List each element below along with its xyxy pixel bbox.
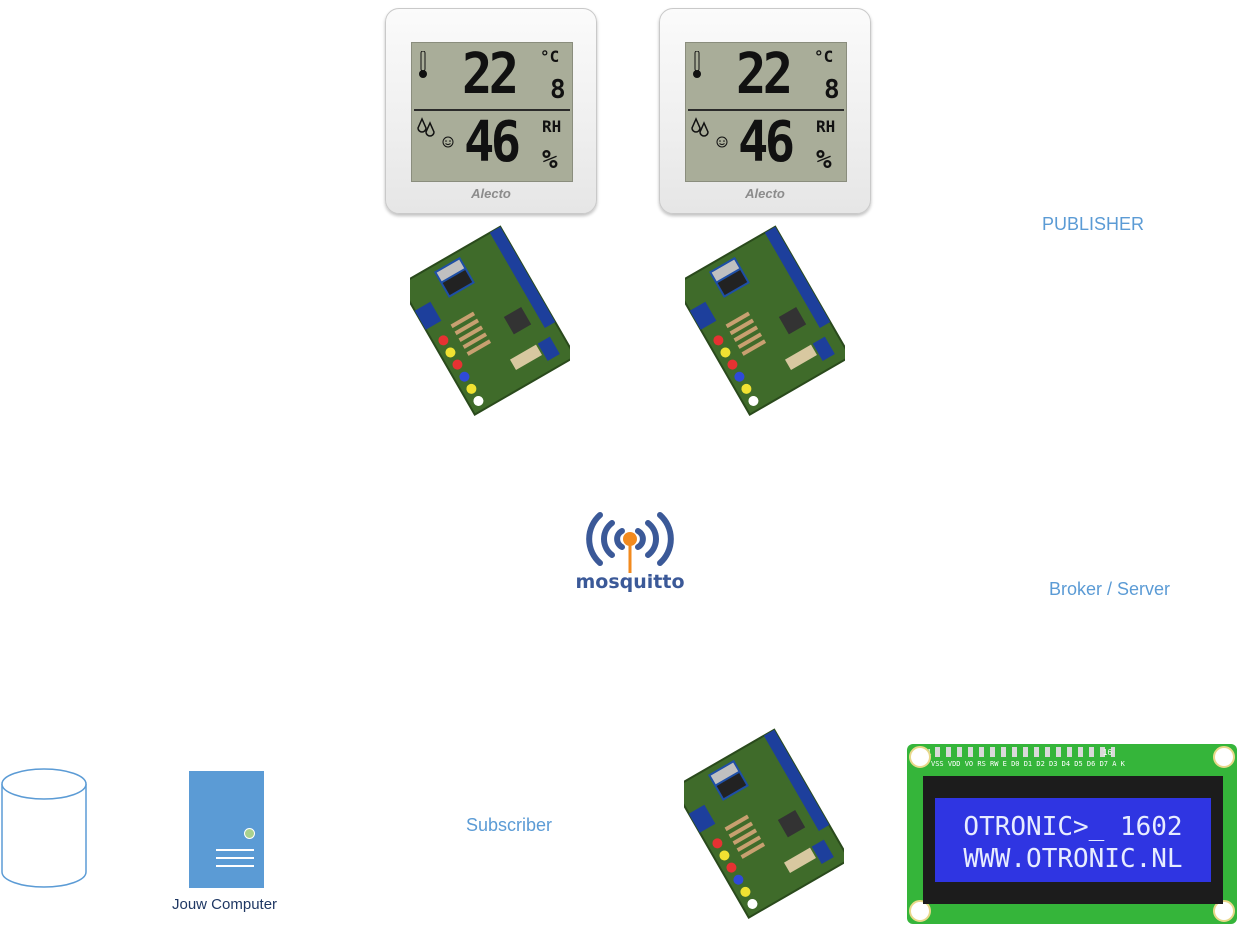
comfort-face-icon bbox=[442, 135, 454, 153]
database-icon bbox=[0, 768, 88, 895]
pin-labels: VSS VDD VO RS RW E D0 D1 D2 D3 D4 D5 D6 … bbox=[931, 760, 1125, 768]
temperature-unit: °C bbox=[540, 47, 560, 66]
temperature-decimal: 8 bbox=[824, 75, 840, 105]
lcd-line-1: OTRONIC>_ 1602 bbox=[963, 812, 1183, 842]
mosquitto-logo: mosquitto bbox=[570, 505, 690, 597]
temperature-unit: °C bbox=[814, 47, 834, 66]
thermometer-icon bbox=[418, 50, 428, 84]
thermo-display: 22 °C 8 46 RH % bbox=[685, 42, 847, 182]
droplets-icon bbox=[691, 117, 709, 142]
brand-logo: Alecto bbox=[745, 186, 785, 201]
comfort-face-icon bbox=[716, 135, 728, 153]
broker-label: Broker / Server bbox=[1049, 579, 1171, 599]
temperature-value: 22 bbox=[736, 42, 793, 107]
mount-hole bbox=[1213, 746, 1235, 768]
mosquitto-wordmark: mosquitto bbox=[575, 571, 685, 593]
header-pins bbox=[935, 747, 1115, 757]
percent-sign: % bbox=[816, 145, 832, 175]
temperature-decimal: 8 bbox=[550, 75, 566, 105]
lcd-screen: OTRONIC>_ 1602 WWW.OTRONIC.NL bbox=[935, 798, 1211, 882]
rh-label: RH bbox=[542, 117, 562, 136]
thermometer-icon bbox=[692, 50, 702, 84]
thermo-hygrometer-1: 22 °C 8 46 RH % Alecto bbox=[385, 8, 597, 214]
lcd-line-2: WWW.OTRONIC.NL bbox=[963, 844, 1183, 874]
thermo-display: 22 °C 8 46 RH % bbox=[411, 42, 573, 182]
rh-label: RH bbox=[816, 117, 836, 136]
temperature-value: 22 bbox=[462, 42, 519, 107]
percent-sign: % bbox=[542, 145, 558, 175]
computer-label: Jouw Computer bbox=[172, 896, 278, 913]
brand-logo: Alecto bbox=[471, 186, 511, 201]
drive-slot bbox=[216, 857, 254, 859]
microcontroller-board-3 bbox=[672, 718, 851, 928]
publisher-label: PUBLISHER bbox=[1042, 214, 1145, 234]
microcontroller-board-2 bbox=[673, 215, 852, 425]
humidity-value: 46 bbox=[464, 110, 521, 175]
server-icon bbox=[189, 771, 264, 888]
droplets-icon bbox=[417, 117, 435, 142]
power-led bbox=[244, 828, 255, 839]
drive-slot bbox=[216, 849, 254, 851]
pin-16-label: 16 bbox=[1103, 748, 1112, 757]
drive-slot bbox=[216, 865, 254, 867]
broadcast-waves-icon bbox=[586, 512, 674, 573]
microcontroller-board-1 bbox=[398, 215, 577, 425]
lcd-bezel: OTRONIC>_ 1602 WWW.OTRONIC.NL bbox=[923, 776, 1223, 904]
lcd-1602-module: 1 16 VSS VDD VO RS RW E D0 D1 D2 D3 D4 D… bbox=[907, 744, 1237, 924]
thermo-hygrometer-2: 22 °C 8 46 RH % Alecto bbox=[659, 8, 871, 214]
humidity-value: 46 bbox=[738, 110, 795, 175]
subscriber-label: Subscriber bbox=[466, 815, 553, 835]
mount-hole bbox=[909, 746, 931, 768]
